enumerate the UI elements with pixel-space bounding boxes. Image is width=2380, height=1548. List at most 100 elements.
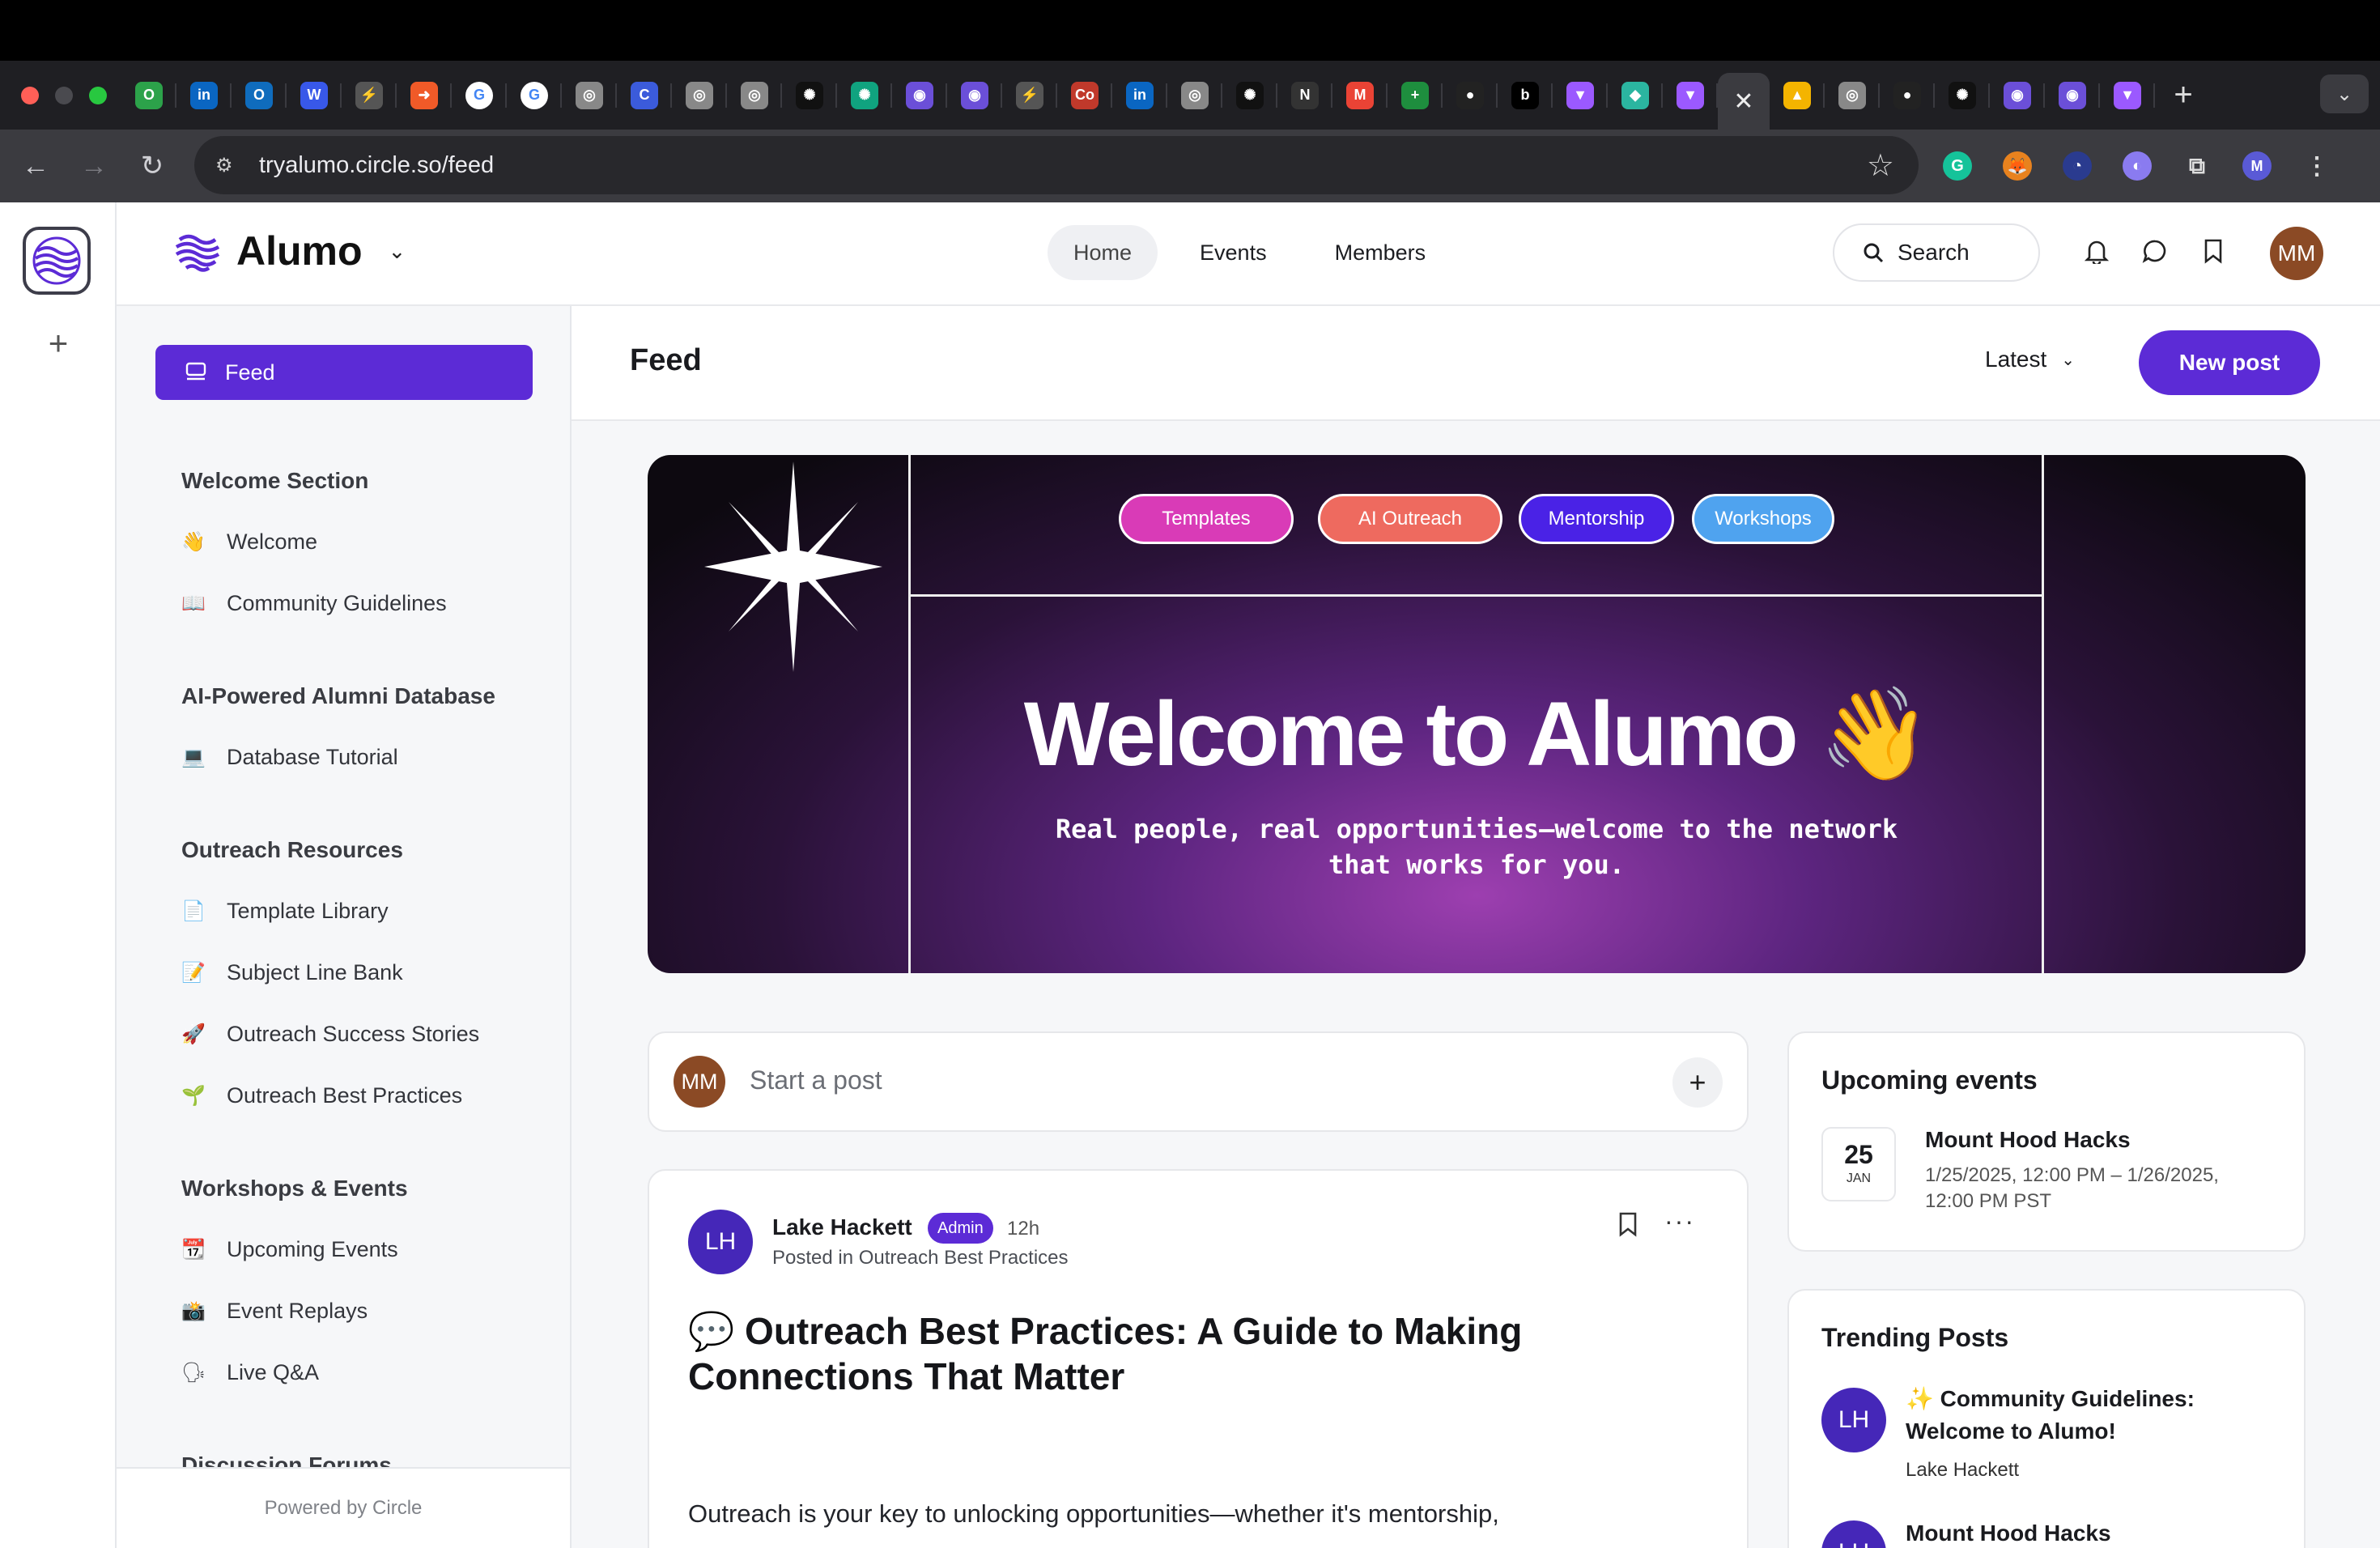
sidebar-section-heading[interactable]: Welcome Section — [181, 468, 368, 494]
browser-tab[interactable]: in — [176, 61, 232, 130]
sidebar-item[interactable]: 🚀 Outreach Success Stories — [181, 1022, 479, 1047]
browser-tab[interactable]: ◆ — [1608, 61, 1663, 130]
address-bar[interactable]: ⚙ tryalumo.circle.so/feed ☆ — [194, 136, 1919, 194]
browser-tab[interactable]: O — [232, 61, 287, 130]
browser-tab[interactable]: ✺ — [1222, 61, 1277, 130]
back-button[interactable]: ← — [6, 151, 65, 182]
browser-tab[interactable]: + — [1388, 61, 1443, 130]
banner-pill-ai-outreach[interactable]: AI Outreach — [1318, 494, 1502, 544]
browser-tab[interactable]: ● — [1443, 61, 1498, 130]
browser-tab[interactable]: b — [1498, 61, 1553, 130]
more-options-icon[interactable]: ··· — [1664, 1206, 1695, 1236]
banner-pill-mentorship[interactable]: Mentorship — [1519, 494, 1674, 544]
community-switcher[interactable]: Alumo ⌄ — [173, 227, 406, 275]
tab-search-button[interactable]: ⌄ — [2320, 74, 2369, 113]
ghost-icon[interactable]: ◐ — [2123, 151, 2152, 181]
grammarly-icon[interactable]: G — [1943, 151, 1972, 181]
banner-pill-workshops[interactable]: Workshops — [1692, 494, 1834, 544]
browser-tab[interactable]: ⚡ — [1002, 61, 1057, 130]
browser-tab[interactable]: ◎ — [727, 61, 782, 130]
browser-tab[interactable]: ▼ — [2100, 61, 2155, 130]
browser-tab[interactable]: ✺ — [782, 61, 837, 130]
sidebar-item-feed[interactable]: Feed — [155, 345, 533, 400]
sidebar-item[interactable]: 🌱 Outreach Best Practices — [181, 1083, 462, 1108]
nav-events[interactable]: Events — [1174, 225, 1293, 280]
browser-tab[interactable]: G — [452, 61, 507, 130]
browser-tab[interactable]: ◉ — [892, 61, 947, 130]
browser-tab[interactable]: ⚡ — [342, 61, 397, 130]
browser-tab[interactable]: C — [617, 61, 672, 130]
browser-tab[interactable]: W — [287, 61, 342, 130]
sidebar-item[interactable]: 📝 Subject Line Bank — [181, 960, 403, 985]
sidebar-section-heading[interactable]: Workshops & Events — [181, 1176, 408, 1201]
browser-menu-icon[interactable]: ⋮ — [2302, 151, 2331, 181]
minimize-window-button[interactable] — [55, 86, 73, 104]
close-tab-icon[interactable]: ✕ — [1733, 87, 1753, 116]
alumo-community-logo[interactable] — [23, 227, 91, 295]
browser-tab[interactable]: G — [507, 61, 562, 130]
powered-by-circle-link[interactable]: Powered by Circle — [117, 1467, 570, 1548]
bookmark-icon[interactable] — [1617, 1211, 1638, 1244]
browser-tab[interactable]: in — [1112, 61, 1167, 130]
browser-tab[interactable]: N — [1277, 61, 1332, 130]
user-avatar[interactable]: MM — [2270, 227, 2323, 280]
rainbow-icon[interactable]: ◔ — [2063, 151, 2092, 181]
trending-post-title[interactable]: Mount Hood Hacks — [1906, 1517, 2278, 1548]
event-name[interactable]: Mount Hood Hacks — [1925, 1127, 2131, 1153]
post-title[interactable]: 💬 Outreach Best Practices: A Guide to Ma… — [688, 1308, 1660, 1399]
site-settings-icon[interactable]: ⚙ — [215, 154, 240, 176]
browser-tab[interactable]: ✺ — [1935, 61, 1990, 130]
bookmark-star-icon[interactable]: ☆ — [1867, 147, 1894, 184]
browser-tab[interactable]: ◎ — [562, 61, 617, 130]
sidebar-item[interactable]: 📄 Template Library — [181, 899, 389, 924]
sidebar-item[interactable]: 🗣 Live Q&A — [181, 1360, 319, 1385]
bookmarks-icon[interactable] — [2197, 235, 2229, 267]
start-post-input[interactable]: Start a post — [750, 1065, 882, 1095]
browser-tab-active[interactable]: ✕ — [1718, 73, 1770, 130]
browser-tab[interactable]: ◎ — [672, 61, 727, 130]
new-post-button[interactable]: New post — [2139, 330, 2320, 395]
avatar[interactable]: LH — [688, 1210, 753, 1274]
browser-tab[interactable]: M — [1332, 61, 1388, 130]
browser-tab[interactable]: ▼ — [1663, 61, 1718, 130]
browser-tab[interactable]: ● — [1880, 61, 1935, 130]
trending-post-title[interactable]: ✨ Community Guidelines: Welcome to Alumo… — [1906, 1383, 2278, 1448]
add-post-button[interactable]: + — [1672, 1057, 1723, 1108]
close-window-button[interactable] — [21, 86, 39, 104]
nav-members[interactable]: Members — [1309, 225, 1452, 280]
reload-button[interactable]: ↻ — [123, 150, 181, 182]
nav-home[interactable]: Home — [1048, 225, 1158, 280]
browser-tab[interactable]: ◉ — [1990, 61, 2045, 130]
sidebar-item[interactable]: 👋 Welcome — [181, 529, 317, 555]
browser-tab[interactable]: ▲ — [1770, 61, 1825, 130]
metamask-icon[interactable]: 🦊 — [2003, 151, 2032, 181]
avatar[interactable]: LH — [1821, 1388, 1886, 1452]
sidebar-section-heading[interactable]: AI-Powered Alumni Database — [181, 683, 495, 709]
messages-chat-icon[interactable] — [2139, 235, 2171, 267]
browser-tab[interactable]: ◎ — [1167, 61, 1222, 130]
forward-button[interactable]: → — [65, 151, 123, 182]
browser-tab[interactable]: ➜ — [397, 61, 452, 130]
sort-dropdown[interactable]: Latest ⌄ — [1985, 347, 2075, 372]
banner-pill-templates[interactable]: Templates — [1119, 494, 1294, 544]
post-composer[interactable]: MM Start a post + — [648, 1031, 1749, 1132]
avatar[interactable]: LH — [1821, 1520, 1886, 1548]
browser-tab[interactable]: ◎ — [1825, 61, 1880, 130]
new-tab-button[interactable]: + — [2155, 77, 2212, 113]
notifications-bell-icon[interactable] — [2080, 235, 2113, 267]
sidebar-item[interactable]: 📖 Community Guidelines — [181, 591, 447, 616]
sidebar-item[interactable]: 📆 Upcoming Events — [181, 1237, 398, 1262]
sidebar-item[interactable]: 📸 Event Replays — [181, 1299, 368, 1324]
browser-tab[interactable]: ◉ — [2045, 61, 2100, 130]
browser-tab[interactable]: ▼ — [1553, 61, 1608, 130]
post-space[interactable]: Posted in Outreach Best Practices — [772, 1247, 1069, 1269]
sidebar-section-heading[interactable]: Outreach Resources — [181, 837, 403, 863]
extensions-puzzle-icon[interactable]: ⧉ — [2182, 151, 2212, 181]
post-author[interactable]: Lake Hackett — [772, 1214, 912, 1240]
browser-tab[interactable]: ◉ — [947, 61, 1002, 130]
profile-avatar[interactable]: M — [2242, 151, 2272, 181]
browser-tab[interactable]: Co — [1057, 61, 1112, 130]
sidebar-item[interactable]: 💻 Database Tutorial — [181, 745, 398, 770]
zoom-window-button[interactable] — [89, 86, 107, 104]
post-timestamp[interactable]: 12h — [1007, 1218, 1039, 1240]
